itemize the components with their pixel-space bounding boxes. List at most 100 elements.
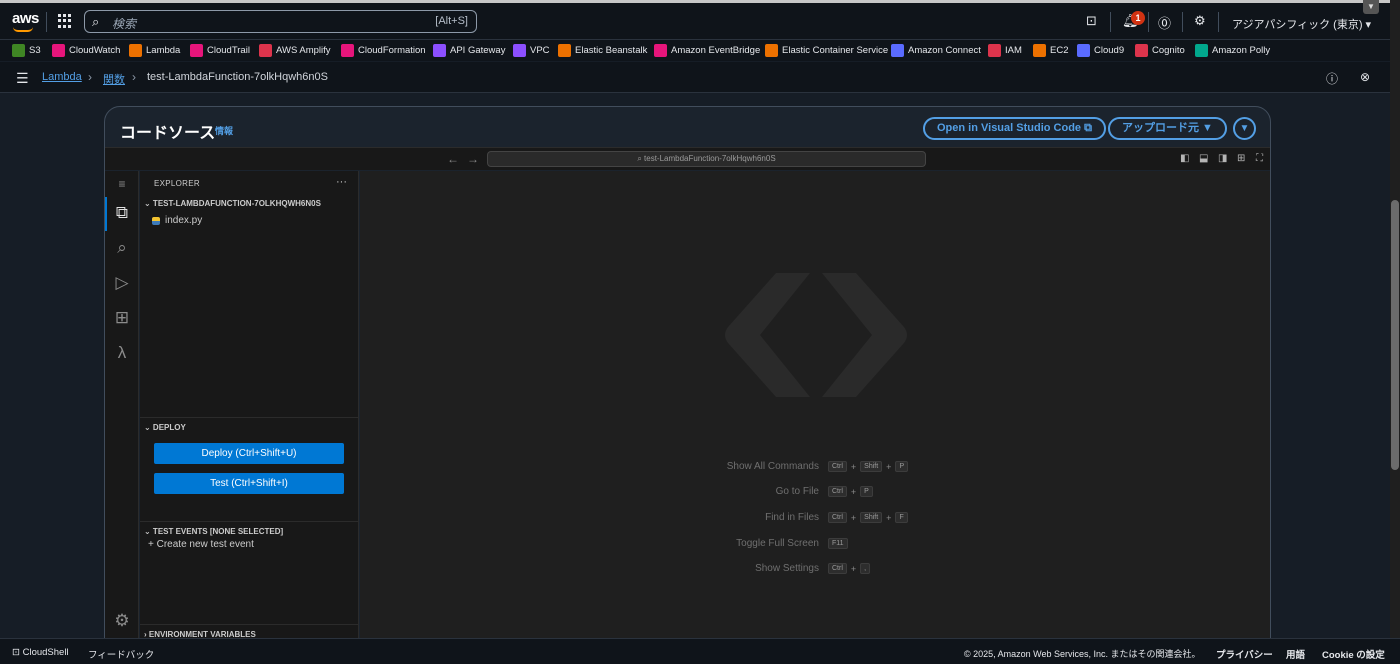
favorite-iam[interactable]: IAM bbox=[988, 44, 1022, 57]
upload-from-button[interactable]: アップロード元 ▼ bbox=[1108, 117, 1227, 140]
cloudshell-icon[interactable]: ⊡ bbox=[1086, 13, 1097, 29]
test-events-section-header[interactable]: ⌄ TEST EVENTS [NONE SELECTED] bbox=[140, 521, 358, 541]
menu-icon[interactable]: ☰ bbox=[16, 70, 29, 87]
command-center-search[interactable]: ⌕ test-LambdaFunction-7olkHqwh6n0S bbox=[487, 151, 926, 167]
run-debug-icon[interactable]: ▷ bbox=[113, 273, 131, 293]
hint-label: Go to File bbox=[775, 486, 819, 497]
connect-icon bbox=[891, 44, 904, 57]
search-placeholder: 検索 bbox=[112, 17, 137, 31]
code-source-panel: コードソース 情報 Open in Visual Studio Code ⧉ ア… bbox=[104, 106, 1271, 646]
page-scrollbar[interactable] bbox=[1390, 0, 1400, 638]
eventbridge-icon bbox=[654, 44, 667, 57]
breadcrumb-functions[interactable]: 関数 bbox=[103, 71, 125, 87]
open-in-vscode-button[interactable]: Open in Visual Studio Code ⧉ bbox=[923, 117, 1106, 140]
active-indicator bbox=[105, 197, 107, 231]
divider bbox=[1148, 12, 1149, 32]
chevron-down-icon[interactable]: ▼ bbox=[1363, 0, 1379, 14]
scrollbar-thumb[interactable] bbox=[1391, 200, 1399, 470]
menu-icon[interactable]: ≡ bbox=[113, 177, 131, 191]
region-selector[interactable]: アジアパシフィック (東京) ▾ bbox=[1232, 16, 1371, 32]
python-file-icon bbox=[152, 216, 160, 225]
s3-icon bbox=[12, 44, 25, 57]
forward-arrow-icon[interactable]: → bbox=[467, 152, 479, 166]
favorite-lambda[interactable]: Lambda bbox=[129, 44, 180, 57]
info-icon[interactable]: ⓘ bbox=[1326, 70, 1338, 87]
favorite-cloud9[interactable]: Cloud9 bbox=[1077, 44, 1124, 57]
toggle-secondary-sidebar-icon[interactable]: ◨ bbox=[1218, 153, 1227, 164]
file-index-py[interactable]: index.py bbox=[152, 215, 202, 226]
toggle-panel-icon[interactable]: ⬓ bbox=[1199, 153, 1208, 164]
favorite-ecs[interactable]: Elastic Container Service bbox=[765, 44, 888, 57]
feedback-link[interactable]: フィードバック bbox=[88, 647, 154, 661]
lambda-icon[interactable]: λ bbox=[113, 343, 131, 363]
shortcut-keys: Ctrl + Shift + P bbox=[827, 461, 909, 472]
extensions-icon[interactable]: ⊞ bbox=[113, 308, 131, 328]
gear-icon[interactable]: ⚙ bbox=[113, 611, 131, 631]
toggle-sidebar-icon[interactable]: ◧ bbox=[1180, 153, 1189, 164]
favorite-api-gateway[interactable]: API Gateway bbox=[433, 44, 505, 57]
favorite-amplify[interactable]: AWS Amplify bbox=[259, 44, 331, 57]
explorer-sidebar: EXPLORER ··· ⌄ TEST-LAMBDAFUNCTION-7OLKH… bbox=[140, 171, 359, 645]
customize-layout-icon[interactable]: ⊞ bbox=[1237, 153, 1245, 164]
polly-icon bbox=[1195, 44, 1208, 57]
cookie-settings-link[interactable]: Cookie の設定 bbox=[1322, 647, 1385, 661]
favorite-cloudformation[interactable]: CloudFormation bbox=[341, 44, 426, 57]
divider bbox=[1218, 12, 1219, 32]
breadcrumb: ☰ Lambda › 関数 › test-LambdaFunction-7olk… bbox=[0, 62, 1390, 93]
favorite-amazon-connect[interactable]: Amazon Connect bbox=[891, 44, 981, 57]
services-grid-icon[interactable] bbox=[58, 14, 72, 28]
shortcut-keys: F11 bbox=[827, 538, 849, 549]
search-input[interactable]: ⌕ 検索 [Alt+S] bbox=[84, 10, 477, 33]
top-navigation: aws ⌕ 検索 [Alt+S] ⊡ 🔔︎ 1 ⓪ ⚙ アジアパシフィック (東… bbox=[0, 0, 1400, 39]
explorer-icon[interactable]: ⧉ bbox=[113, 203, 131, 223]
test-button[interactable]: Test (Ctrl+Shift+I) bbox=[154, 473, 344, 494]
cloudtrail-icon bbox=[190, 44, 203, 57]
editor-area[interactable]: Show All Commands Ctrl + Shift + P Go to Fil… bbox=[360, 171, 1270, 645]
hint-label: Show Settings bbox=[755, 563, 819, 574]
favorite-ec2[interactable]: EC2 bbox=[1033, 44, 1068, 57]
divider bbox=[1182, 12, 1183, 32]
vpc-icon bbox=[513, 44, 526, 57]
gear-icon[interactable]: ⚙ bbox=[1194, 13, 1206, 29]
divider bbox=[46, 12, 47, 32]
favorite-amazon-polly[interactable]: Amazon Polly bbox=[1195, 44, 1270, 57]
favorites-bar: S3 CloudWatch Lambda CloudTrail AWS Ampl… bbox=[0, 39, 1400, 61]
privacy-link[interactable]: プライバシー bbox=[1216, 647, 1273, 661]
favorite-cognito[interactable]: Cognito bbox=[1135, 44, 1185, 57]
favorite-cloudtrail[interactable]: CloudTrail bbox=[190, 44, 250, 57]
deploy-section-header[interactable]: ⌄ DEPLOY bbox=[140, 417, 358, 437]
terms-link[interactable]: 用語 bbox=[1286, 647, 1305, 661]
favorite-elastic-beanstalk[interactable]: Elastic Beanstalk bbox=[558, 44, 647, 57]
hint-label: Find in Files bbox=[765, 512, 819, 523]
favorite-eventbridge[interactable]: Amazon EventBridge bbox=[654, 44, 760, 57]
hint-find-in-files: Find in Files Ctrl + Shift + F bbox=[360, 512, 1270, 526]
ide-title-bar: ← → ⌕ test-LambdaFunction-7olkHqwh6n0S ◧… bbox=[105, 147, 1270, 170]
cloud9-icon bbox=[1077, 44, 1090, 57]
favorite-cloudwatch[interactable]: CloudWatch bbox=[52, 44, 120, 57]
help-icon[interactable]: ⓪ bbox=[1158, 13, 1171, 32]
deploy-button[interactable]: Deploy (Ctrl+Shift+U) bbox=[154, 443, 344, 464]
amplify-icon bbox=[259, 44, 272, 57]
chevron-right-icon: › bbox=[132, 70, 136, 84]
create-test-event-link[interactable]: + Create new test event bbox=[148, 539, 254, 550]
project-folder[interactable]: ⌄ TEST-LAMBDAFUNCTION-7OLKHQWH6N0S bbox=[144, 199, 321, 208]
search-icon[interactable]: ⌕ bbox=[113, 238, 131, 258]
panel-title: コードソース bbox=[120, 125, 216, 142]
iam-icon bbox=[988, 44, 1001, 57]
hint-label: Toggle Full Screen bbox=[736, 538, 819, 549]
hint-go-to-file: Go to File Ctrl + P bbox=[360, 486, 1270, 500]
cloudshell-link[interactable]: ⊡ CloudShell bbox=[12, 647, 69, 658]
favorite-s3[interactable]: S3 bbox=[12, 44, 41, 57]
ec2-icon bbox=[1033, 44, 1046, 57]
copyright: © 2025, Amazon Web Services, Inc. またはその関… bbox=[964, 649, 1201, 659]
info-link[interactable]: 情報 bbox=[215, 124, 233, 137]
back-arrow-icon[interactable]: ← bbox=[447, 152, 459, 166]
aws-logo[interactable]: aws bbox=[12, 10, 39, 27]
explorer-title: EXPLORER bbox=[154, 179, 200, 188]
more-actions-icon[interactable]: ··· bbox=[336, 176, 347, 188]
favorite-vpc[interactable]: VPC bbox=[513, 44, 550, 57]
settings-circle-icon[interactable]: ⊗ bbox=[1360, 70, 1370, 84]
breadcrumb-lambda[interactable]: Lambda bbox=[42, 71, 82, 83]
fullscreen-icon[interactable]: ⛶ bbox=[1256, 153, 1263, 164]
panel-menu-button[interactable]: ▼ bbox=[1233, 117, 1256, 140]
